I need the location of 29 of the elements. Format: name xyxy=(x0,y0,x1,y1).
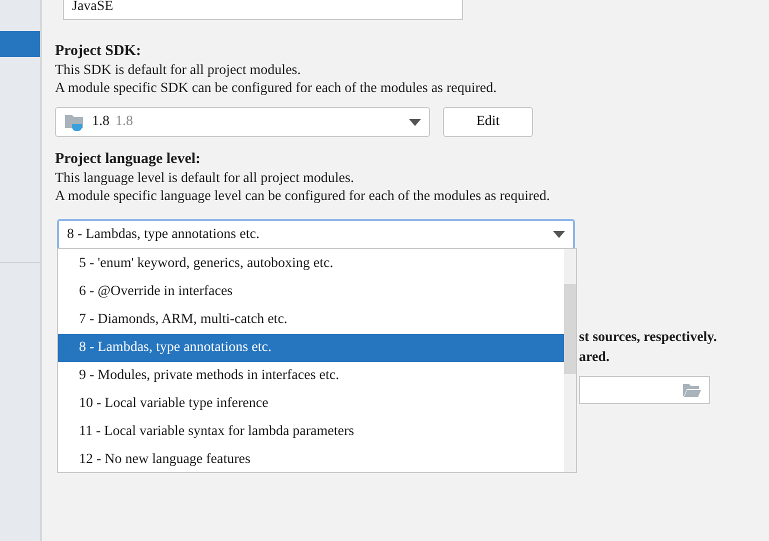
sidebar-item[interactable] xyxy=(0,31,40,57)
section-heading: Project SDK: xyxy=(55,43,142,61)
description-text: This SDK is default for all project modules. xyxy=(55,63,302,80)
dropdown-option[interactable]: 10 - Local variable type inference xyxy=(58,390,564,418)
project-name-field[interactable]: JavaSE xyxy=(63,0,463,20)
partial-text: st sources, respectively. xyxy=(579,330,718,347)
description-text: A module specific SDK can be configured for each of the modules as required. xyxy=(55,81,498,98)
dropdown-option[interactable]: 5 - 'enum' keyword, generics, autoboxing etc. xyxy=(58,250,564,278)
edit-button[interactable]: Edit xyxy=(443,107,533,137)
folder-icon xyxy=(683,383,701,397)
description-text: A module specific language level can be configured for each of the modules as required. xyxy=(55,189,551,206)
section-heading: Project language level: xyxy=(55,151,202,169)
dropdown-option[interactable]: 8 - Lambdas, type annotations etc. xyxy=(58,334,564,362)
dropdown-option[interactable]: 6 - @Override in interfaces xyxy=(58,278,564,306)
folder-cup-icon xyxy=(64,112,86,132)
dropdown-option[interactable]: 12 - No new language features xyxy=(58,446,564,474)
dropdown-option[interactable]: 9 - Modules, private methods in interfaces etc. xyxy=(58,362,564,390)
path-field[interactable] xyxy=(579,376,710,404)
caret-icon xyxy=(409,118,421,126)
partial-text: ared. xyxy=(579,350,610,367)
caret-icon xyxy=(553,231,565,238)
dropdown-option[interactable]: 11 - Local variable syntax for lambda parameters xyxy=(58,418,564,446)
sdk-version: 1.8 xyxy=(116,114,133,130)
description-text: This language level is default for all project modules. xyxy=(55,171,355,188)
sdk-dropdown[interactable]: 1.8 1.8 xyxy=(55,107,430,137)
scrollbar-thumb[interactable] xyxy=(564,284,576,374)
sdk-name: 1.8 xyxy=(92,114,110,130)
dropdown-option[interactable]: 7 - Diamonds, ARM, multi-catch etc. xyxy=(58,306,564,334)
language-level-dropdown[interactable]: 8 - Lambdas, type annotations etc. xyxy=(57,219,575,250)
